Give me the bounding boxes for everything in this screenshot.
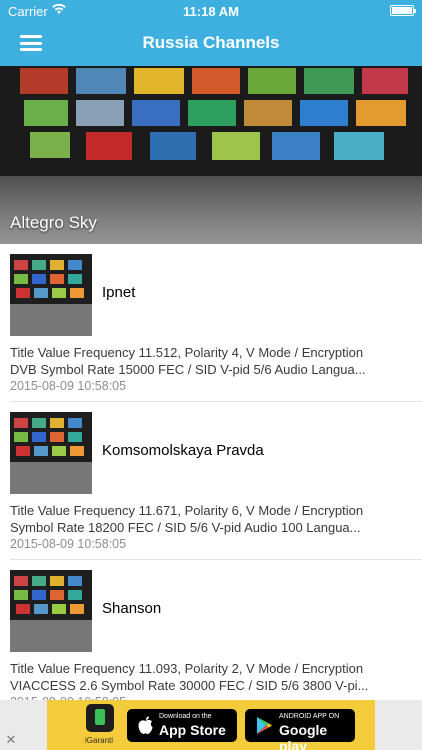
list-item[interactable]: Ipnet Title Value Frequency 11.512, Pola… [0, 244, 422, 402]
channel-name: Shanson [102, 600, 162, 617]
list-item[interactable]: Komsomolskaya Pravda Title Value Frequen… [0, 402, 422, 560]
close-icon[interactable]: ✕ [4, 733, 18, 747]
apple-icon [138, 716, 153, 734]
channel-description: Title Value Frequency 11.512, Polarity 4… [10, 344, 412, 378]
featured-channel-title: Altegro Sky [10, 213, 97, 232]
channel-thumbnail [10, 254, 92, 336]
google-play-button[interactable]: ANDROID APP ON Google play [245, 709, 355, 750]
navigation-bar: Carrier 11:18 AM Russia Channels [0, 0, 422, 66]
channel-date: 2015-08-09 10:58:05 [10, 537, 127, 551]
channel-thumbnail [10, 412, 92, 494]
floor-reflection [0, 176, 422, 244]
battery-icon [390, 5, 416, 16]
channel-date: 2015-08-09 10:58:05 [10, 379, 127, 393]
channel-description: Title Value Frequency 11.093, Polarity 2… [10, 660, 412, 694]
channel-name: Ipnet [102, 284, 136, 301]
page-title: Russia Channels [142, 33, 280, 52]
description-line: Title Value Frequency 11.512, Polarity 4… [10, 345, 364, 360]
app-logo-icon [86, 704, 114, 732]
description-line: Symbol Rate 18200 FEC / SID 5/6 V-pid Au… [10, 520, 361, 535]
featured-channel-banner[interactable]: Altegro Sky [0, 66, 422, 244]
list-item[interactable]: Shanson Title Value Frequency 11.093, Po… [0, 560, 422, 718]
tv-wall-image [0, 66, 422, 176]
google-play-icon [257, 717, 272, 734]
google-play-sub-label: ANDROID APP ON [279, 713, 340, 720]
app-logo-label: iGaranti [85, 736, 114, 745]
description-line: Title Value Frequency 11.093, Polarity 2… [10, 661, 364, 676]
status-bar: Carrier 11:18 AM [0, 0, 422, 22]
ad-content[interactable]: iGaranti Download on the App Store ANDRO… [47, 700, 375, 750]
app-store-sub-label: Download on the [159, 713, 212, 720]
description-line: VIACCESS 2.6 Symbol Rate 30000 FEC / SID… [10, 678, 369, 693]
ad-banner: ✕ iGaranti Download on the App Store AND… [0, 700, 422, 750]
description-line: Title Value Frequency 11.671, Polarity 6… [10, 503, 364, 518]
channel-description: Title Value Frequency 11.671, Polarity 6… [10, 502, 412, 536]
clock: 11:18 AM [183, 4, 239, 19]
description-line: DVB Symbol Rate 15000 FEC / SID V-pid 5/… [10, 362, 366, 377]
channel-name: Komsomolskaya Pravda [102, 442, 264, 459]
app-store-button[interactable]: Download on the App Store [127, 709, 237, 742]
channel-thumbnail [10, 570, 92, 652]
app-store-label: App Store [159, 722, 226, 738]
google-play-label: Google play [279, 722, 328, 750]
